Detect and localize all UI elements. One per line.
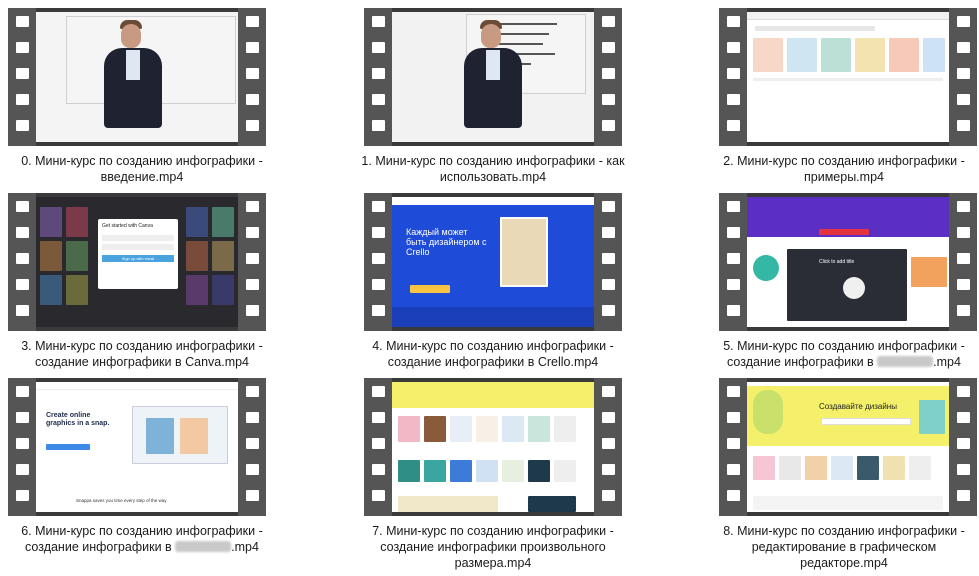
video-frame bbox=[36, 12, 238, 142]
video-frame: Каждый может быть дизайнером с Crello bbox=[392, 197, 594, 327]
film-strip-left bbox=[8, 193, 36, 331]
film-strip-right bbox=[949, 8, 977, 146]
file-name: 7. Мини-курс по созданию инфографики - со… bbox=[372, 524, 614, 570]
video-thumbnail[interactable]: Get started with Canva Sign up with emai… bbox=[8, 193, 266, 331]
film-strip-left bbox=[719, 378, 747, 516]
video-frame bbox=[747, 12, 949, 142]
film-strip-right bbox=[238, 193, 266, 331]
file-name: 2. Мини-курс по созданию инфографики - пр… bbox=[723, 154, 965, 184]
file-name: 5. Мини-курс по созданию инфографики - с… bbox=[723, 339, 965, 369]
file-name: 4. Мини-курс по созданию инфографики - со… bbox=[372, 339, 614, 369]
video-thumbnail[interactable] bbox=[8, 8, 266, 146]
film-strip-right bbox=[238, 378, 266, 516]
video-frame bbox=[392, 382, 594, 512]
film-strip-right bbox=[594, 193, 622, 331]
video-frame: Create online graphics in a snap. Snappa… bbox=[36, 382, 238, 512]
video-frame: Создавайте дизайны bbox=[747, 382, 949, 512]
video-thumbnail[interactable] bbox=[719, 8, 977, 146]
video-thumbnail[interactable]: Каждый может быть дизайнером с Crello bbox=[364, 193, 622, 331]
redacted-text bbox=[877, 356, 934, 367]
video-frame: Get started with Canva Sign up with emai… bbox=[36, 197, 238, 327]
film-strip-left bbox=[364, 193, 392, 331]
film-strip-right bbox=[594, 8, 622, 146]
signup-dialog: Get started with Canva Sign up with emai… bbox=[98, 219, 178, 289]
video-frame: Click to add title bbox=[747, 197, 949, 327]
file-name: 1. Мини-курс по созданию инфографики - к… bbox=[361, 154, 625, 184]
file-name: 8. Мини-курс по созданию инфографики - ре… bbox=[723, 524, 965, 570]
film-strip-left bbox=[8, 8, 36, 146]
film-strip-left bbox=[364, 378, 392, 516]
redacted-text bbox=[175, 541, 232, 552]
file-name: 0. Мини-курс по созданию инфографики - вв… bbox=[21, 154, 263, 184]
film-strip-right bbox=[238, 8, 266, 146]
file-name: 3. Мини-курс по созданию инфографики - со… bbox=[21, 339, 263, 369]
film-strip-left bbox=[8, 378, 36, 516]
film-strip-right bbox=[949, 378, 977, 516]
file-name: 6. Мини-курс по созданию инфографики - с… bbox=[21, 524, 263, 554]
video-thumbnail[interactable] bbox=[364, 8, 622, 146]
video-frame bbox=[392, 12, 594, 142]
video-thumbnail[interactable] bbox=[364, 378, 622, 516]
film-strip-right bbox=[949, 193, 977, 331]
film-strip-left bbox=[719, 8, 747, 146]
film-strip-left bbox=[364, 8, 392, 146]
video-thumbnail[interactable]: Create online graphics in a snap. Snappa… bbox=[8, 378, 266, 516]
film-strip-left bbox=[719, 193, 747, 331]
video-thumbnail[interactable]: Click to add title bbox=[719, 193, 977, 331]
video-thumbnail[interactable]: Создавайте дизайны bbox=[719, 378, 977, 516]
film-strip-right bbox=[594, 378, 622, 516]
file-grid: 0. Мини-курс по созданию инфографики - вв… bbox=[0, 0, 979, 576]
